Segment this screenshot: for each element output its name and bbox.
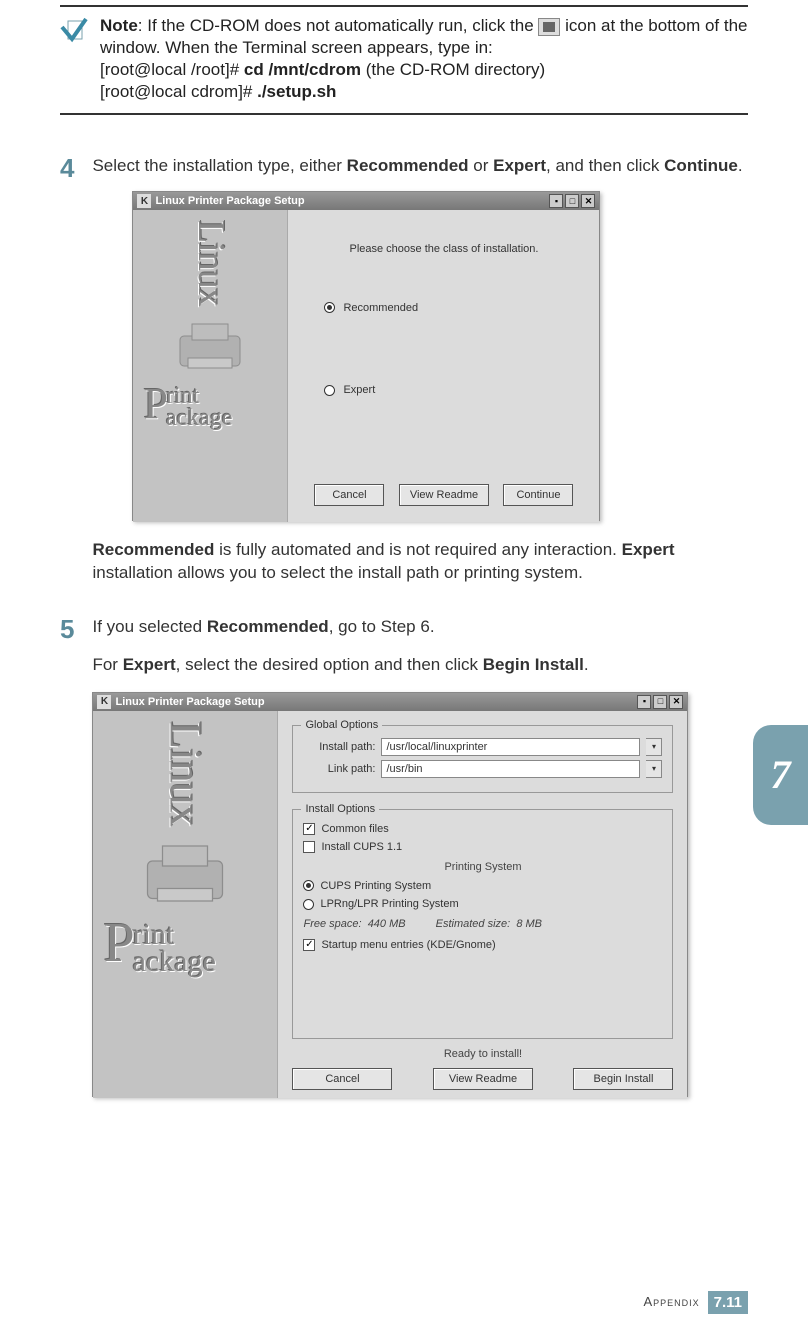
estimated-size-label: Estimated size: (436, 918, 511, 930)
radio-expert-label: Expert (343, 383, 375, 397)
footer-label: Appendix (643, 1294, 699, 1311)
link-path-label: Link path: (303, 762, 375, 776)
step-4-post: Recommended is fully automated and is no… (92, 539, 748, 583)
install-options-legend: Install Options (301, 802, 379, 816)
step-4-text: Select the installation type, either Rec… (92, 155, 748, 177)
linux-logo-text: Linux (156, 721, 216, 826)
close-icon[interactable]: ✕ (581, 194, 595, 208)
radio-dot-icon (324, 385, 335, 396)
install-path-label: Install path: (303, 740, 375, 754)
note-line2-a: [root@local /root]# (100, 60, 244, 79)
free-space-value: 440 MB (368, 918, 406, 930)
checkbox-startup-entries[interactable]: ✓ Startup menu entries (KDE/Gnome) (303, 938, 662, 952)
free-space-label: Free space: (303, 918, 361, 930)
estimated-size-value: 8 MB (516, 918, 542, 930)
printing-system-heading: Printing System (303, 860, 662, 874)
note-box: Note: If the CD-ROM does not automatical… (60, 5, 748, 115)
radio-recommended[interactable]: Recommended (324, 301, 583, 315)
step-4: 4 Select the installation type, either R… (60, 155, 748, 597)
terminal-icon (538, 18, 560, 36)
chevron-down-icon[interactable]: ▾ (646, 738, 662, 756)
note-text-1: : If the CD-ROM does not automatically r… (138, 16, 539, 35)
page-footer: Appendix 7.11 (643, 1291, 748, 1315)
view-readme-button[interactable]: View Readme (399, 484, 489, 506)
radio-dot-icon (303, 899, 314, 910)
note-icon (60, 15, 90, 103)
step-4-number: 4 (60, 155, 74, 597)
checkbox-common-files[interactable]: ✓ Common files (303, 822, 662, 836)
install-options-group: Install Options ✓ Common files Install C… (292, 809, 673, 1039)
screenshot-install-type: K Linux Printer Package Setup ▪ □ ✕ Linu… (132, 191, 600, 521)
checkbox-icon: ✓ (303, 823, 315, 835)
cancel-button[interactable]: Cancel (292, 1068, 392, 1090)
ready-to-install: Ready to install! (288, 1047, 677, 1061)
printer-icon (170, 316, 250, 376)
note-line2-b: cd /mnt/cdrom (244, 60, 361, 79)
window-title: Linux Printer Package Setup (115, 695, 264, 709)
radio-expert[interactable]: Expert (324, 383, 583, 397)
linux-logo-text: Linux (186, 220, 235, 306)
step-5: 5 If you selected Recommended, go to Ste… (60, 616, 748, 1097)
chevron-down-icon[interactable]: ▾ (646, 760, 662, 778)
note-body: Note: If the CD-ROM does not automatical… (100, 15, 748, 103)
radio-recommended-label: Recommended (343, 301, 418, 315)
disk-info: Free space: 440 MB Estimated size: 8 MB (303, 917, 662, 931)
chapter-tab: 7 (753, 725, 808, 825)
checkbox-install-cups[interactable]: Install CUPS 1.1 (303, 840, 662, 854)
global-options-legend: Global Options (301, 718, 382, 732)
step-5-text-2: For Expert, select the desired option an… (92, 654, 748, 676)
begin-install-button[interactable]: Begin Install (573, 1068, 673, 1090)
install-prompt: Please choose the class of installation. (304, 242, 583, 256)
view-readme-button[interactable]: View Readme (433, 1068, 533, 1090)
maximize-icon[interactable]: □ (565, 194, 579, 208)
minimize-icon[interactable]: ▪ (549, 194, 563, 208)
step-5-text-1: If you selected Recommended, go to Step … (92, 616, 748, 638)
global-options-group: Global Options Install path: /usr/local/… (292, 725, 673, 793)
close-icon[interactable]: ✕ (669, 695, 683, 709)
note-line3-b: ./setup.sh (257, 82, 336, 101)
note-line2-c: (the CD-ROM directory) (361, 60, 545, 79)
window-titlebar: K Linux Printer Package Setup ▪ □ ✕ (93, 693, 687, 711)
note-line3-a: [root@local cdrom]# (100, 82, 257, 101)
install-path-input[interactable]: /usr/local/linuxprinter (381, 738, 640, 756)
maximize-icon[interactable]: □ (653, 695, 667, 709)
minimize-icon[interactable]: ▪ (637, 695, 651, 709)
page-number: 7.11 (708, 1291, 748, 1315)
sidebar-graphic: Linux Printackage (93, 711, 278, 1098)
print-package-logo: Printackage (103, 921, 267, 975)
window-titlebar: K Linux Printer Package Setup ▪ □ ✕ (133, 192, 599, 210)
kde-icon: K (97, 695, 111, 709)
kde-icon: K (137, 194, 151, 208)
note-label: Note (100, 16, 138, 35)
radio-lprng-printing[interactable]: LPRng/LPR Printing System (303, 897, 662, 911)
radio-cups-printing[interactable]: CUPS Printing System (303, 879, 662, 893)
link-path-input[interactable]: /usr/bin (381, 760, 640, 778)
cancel-button[interactable]: Cancel (314, 484, 384, 506)
continue-button[interactable]: Continue (503, 484, 573, 506)
checkbox-icon: ✓ (303, 939, 315, 951)
sidebar-graphic: Linux Printackage (133, 210, 288, 522)
checkbox-icon (303, 841, 315, 853)
window-title: Linux Printer Package Setup (155, 194, 304, 208)
radio-dot-icon (303, 880, 314, 891)
step-5-number: 5 (60, 616, 74, 1097)
print-package-logo: Printackage (143, 386, 277, 429)
printer-icon (135, 836, 235, 911)
screenshot-expert-install: K Linux Printer Package Setup ▪ □ ✕ Linu… (92, 692, 688, 1097)
radio-dot-icon (324, 302, 335, 313)
